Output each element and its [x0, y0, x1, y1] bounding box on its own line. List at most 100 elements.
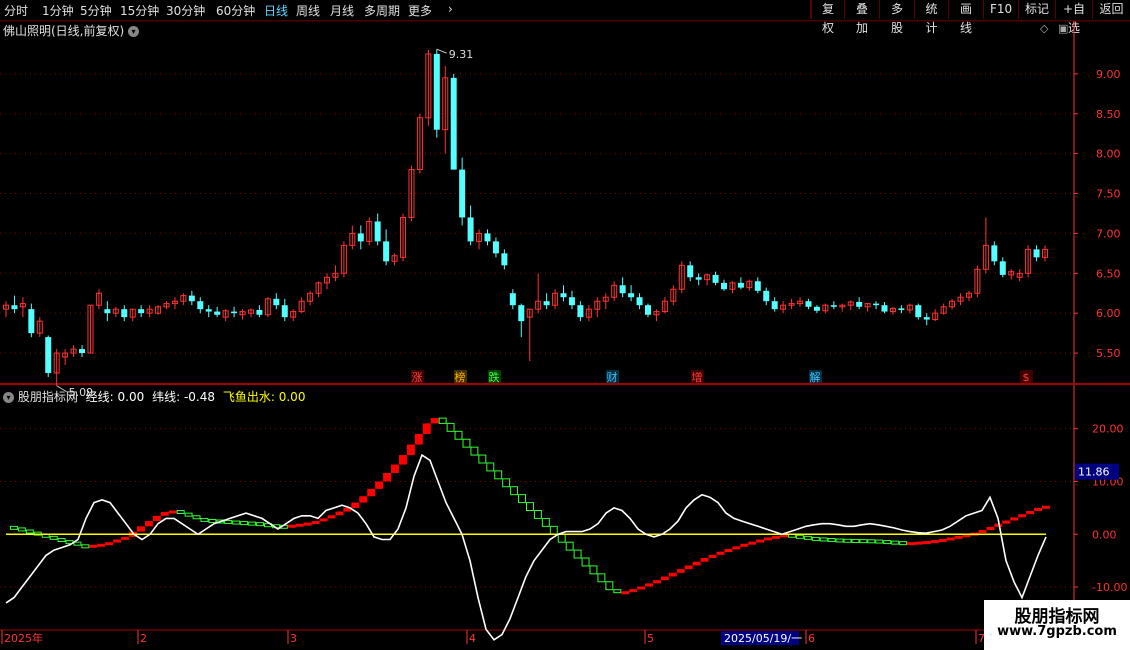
wei-step-down — [446, 422, 455, 432]
timeframe-tab-9[interactable]: 多周期 — [364, 2, 400, 19]
candle-body-up — [864, 303, 871, 308]
wei-step-up — [740, 543, 749, 547]
toolbar-button-3[interactable]: 统计 — [914, 0, 948, 35]
high-pointer — [436, 48, 447, 54]
candle-body-down — [205, 309, 212, 312]
candle-body-down — [357, 233, 364, 242]
wei-step-down — [41, 533, 50, 538]
wei-step-down — [891, 540, 900, 545]
candle-body-up — [349, 232, 356, 246]
window-icon[interactable]: ▣ — [1058, 22, 1068, 35]
timeframe-tab-8[interactable]: 月线 — [330, 2, 354, 19]
toolbar-button-0[interactable]: 复权 — [810, 0, 844, 35]
wei-step-up — [907, 542, 916, 546]
wei-step-up — [653, 580, 661, 584]
wei-step-down — [200, 517, 209, 522]
candle-body-down — [991, 245, 998, 262]
candle-body-up — [340, 244, 347, 274]
wei-step-down — [192, 515, 201, 520]
timeframe-tab-1[interactable]: 1分钟 — [42, 2, 74, 19]
chevron-down-icon[interactable]: ▾ — [3, 392, 14, 403]
candlestick-chart[interactable]: 9.008.508.007.507.006.506.005.509.315.09… — [0, 0, 1130, 650]
candle-body-up — [163, 303, 170, 308]
diamond-icon[interactable]: ◇ — [1040, 22, 1048, 35]
wei-step-up — [756, 539, 765, 543]
wei-step-down — [851, 539, 860, 544]
wei-step-down — [581, 557, 590, 567]
wei-step-up — [1026, 511, 1035, 515]
candle-body-down — [214, 311, 221, 315]
wei-step-down — [549, 525, 558, 535]
event-marker-1: 榜 — [455, 370, 466, 384]
event-marker-bg — [691, 370, 704, 383]
candle-body-down — [273, 298, 280, 306]
candle-body-down — [1033, 249, 1040, 258]
wei-step-down — [224, 520, 233, 525]
wei-step-down — [565, 541, 574, 551]
timeframe-tab-4[interactable]: 30分钟 — [166, 2, 205, 19]
toolbar-button-2[interactable]: 多股 — [879, 0, 914, 35]
indicator-line-1: 经线: 0.00 — [85, 390, 145, 404]
candle-body-down — [999, 261, 1006, 275]
wei-step-down — [25, 529, 34, 534]
candle-body-up — [965, 292, 972, 298]
candle-body-up — [36, 320, 43, 334]
wei-step-up — [621, 591, 630, 595]
timeframe-tab-3[interactable]: 15分钟 — [120, 2, 159, 19]
timeframe-tab-10[interactable]: 更多 — [408, 2, 432, 19]
toolbar-button-7[interactable]: +自选 — [1055, 0, 1092, 35]
candle-body-down — [433, 53, 440, 130]
candle-body-down — [577, 305, 584, 318]
timeframe-tab-7[interactable]: 周线 — [296, 2, 320, 19]
wei-step-down — [176, 510, 185, 514]
wei-step-up — [922, 541, 931, 545]
chevron-down-icon[interactable]: ▾ — [128, 26, 140, 37]
candle-body-up — [602, 296, 609, 302]
candle-body-up — [391, 255, 398, 262]
wei-step-up — [645, 583, 654, 587]
wei-step-up — [121, 536, 130, 540]
candle-body-up — [611, 284, 618, 298]
candle-body-up — [974, 268, 981, 294]
candle-body-up — [797, 300, 804, 305]
timeframe-tab-6[interactable]: 日线 — [264, 2, 288, 19]
chevron-right-icon[interactable]: › — [448, 2, 453, 16]
timeframe-tab-5[interactable]: 60分钟 — [216, 2, 255, 19]
wei-step-down — [541, 517, 550, 527]
candle-body-down — [695, 277, 702, 280]
event-marker-bg — [606, 370, 619, 383]
toolbar-button-5[interactable]: F10 — [983, 0, 1018, 19]
candle-body-down — [138, 309, 145, 314]
wei-step-up — [915, 541, 923, 545]
indicator-line-3: 飞鱼出水: 0.00 — [222, 390, 306, 404]
wei-step-up — [1010, 517, 1019, 521]
wei-step-down — [17, 527, 26, 532]
toolbar-button-4[interactable]: 画线 — [948, 0, 983, 35]
candle-body-up — [932, 312, 939, 321]
wei-step-up — [938, 539, 947, 543]
wei-step-up — [375, 481, 384, 489]
toolbar-button-8[interactable]: 返回 — [1092, 0, 1130, 19]
ind-label: -10.00 — [1092, 581, 1127, 594]
wei-step-up — [772, 535, 781, 539]
candle-body-down — [721, 282, 728, 290]
wei-step-up — [343, 507, 352, 512]
candle-body-up — [180, 295, 187, 302]
candle-body-up — [594, 300, 601, 310]
candle-body-up — [552, 292, 559, 306]
toolbar-button-6[interactable]: 标记 — [1018, 0, 1055, 19]
wei-step-up — [629, 589, 638, 593]
wei-step-down — [271, 524, 280, 529]
indicator-line-2: 纬线: -0.48 — [152, 390, 216, 404]
price-label: 7.00 — [1096, 227, 1121, 240]
wei-step-up — [391, 464, 399, 474]
wei-step-up — [430, 418, 439, 424]
wei-step-down — [589, 565, 598, 575]
toolbar-button-1[interactable]: 叠加 — [844, 0, 879, 35]
candle-body-up — [678, 264, 685, 290]
timeframe-tab-2[interactable]: 5分钟 — [80, 2, 112, 19]
timeframe-tab-0[interactable]: 分时 — [4, 2, 28, 19]
wei-step-down — [557, 533, 566, 543]
wei-step-up — [1018, 514, 1027, 518]
candle-body-down — [771, 301, 778, 310]
